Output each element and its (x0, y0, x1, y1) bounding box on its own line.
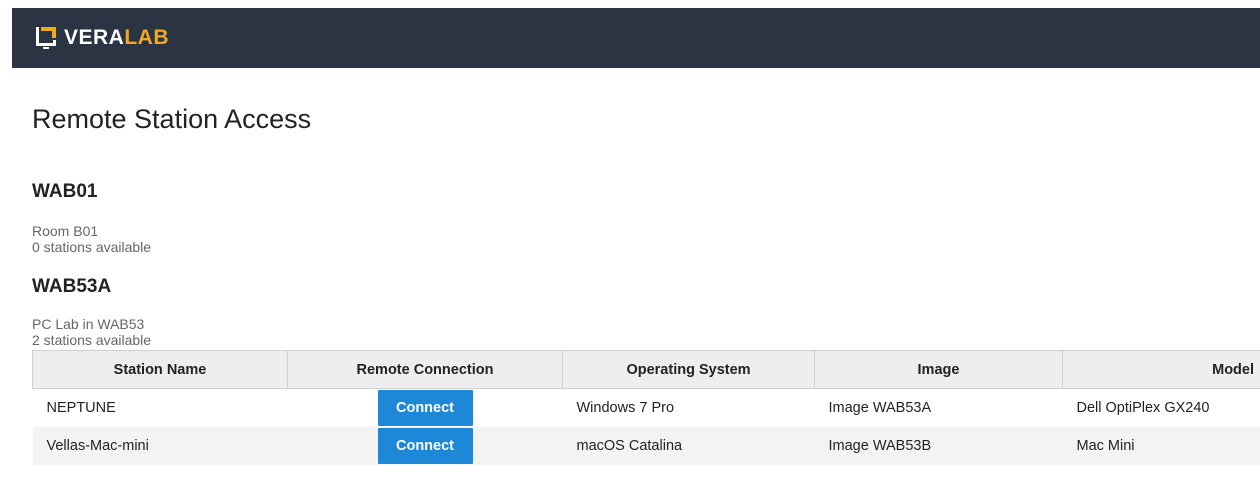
monitor-icon (36, 27, 56, 49)
connect-button[interactable]: Connect (377, 390, 473, 426)
top-navigation-bar: VERALAB (12, 8, 1260, 68)
table-header-row: Station Name Remote Connection Operating… (32, 350, 1260, 389)
brand-name-part2: LAB (124, 26, 170, 49)
room-description: PC Lab in WAB53 (32, 316, 145, 332)
column-header-image: Image (814, 350, 1063, 389)
image-cell: Image WAB53A (828, 400, 932, 416)
operating-system-cell: Windows 7 Pro (576, 400, 675, 416)
room-description: Room B01 (32, 223, 99, 239)
station-name-cell: Vellas-Mac-mini (32, 427, 288, 465)
model-cell: Dell OptiPlex GX240 (1076, 400, 1210, 416)
model-cell: Mac Mini (1062, 427, 1260, 465)
room-title: WAB01 (32, 181, 98, 202)
remote-connection-cell: Connect (287, 427, 563, 465)
column-header-station-name: Station Name (32, 350, 288, 389)
station-name-cell: NEPTUNE (46, 400, 116, 416)
column-header-remote-connection: Remote Connection (287, 350, 563, 389)
room-availability: 0 stations available (32, 239, 152, 255)
brand-name-part1: VERA (64, 26, 125, 49)
column-header-operating-system: Operating System (562, 350, 815, 389)
room-availability: 2 stations available (32, 332, 152, 348)
veralab-logo[interactable]: VERALAB (34, 25, 169, 51)
column-header-model: Model (1062, 350, 1260, 389)
connect-button[interactable]: Connect (377, 428, 473, 464)
operating-system-cell: macOS Catalina (562, 427, 815, 465)
stations-table: Station Name Remote Connection Operating… (32, 350, 1260, 465)
brand-name: VERALAB (64, 25, 169, 51)
table-row: Vellas-Mac-mini Connect macOS Catalina I… (32, 427, 1260, 465)
image-cell: Image WAB53B (814, 427, 1063, 465)
table-row: NEPTUNE Connect Windows 7 Pro Image WAB5… (33, 389, 1260, 428)
page-title: Remote Station Access (32, 104, 312, 134)
room-title: WAB53A (32, 276, 112, 297)
remote-connection-cell: Connect (288, 389, 563, 428)
